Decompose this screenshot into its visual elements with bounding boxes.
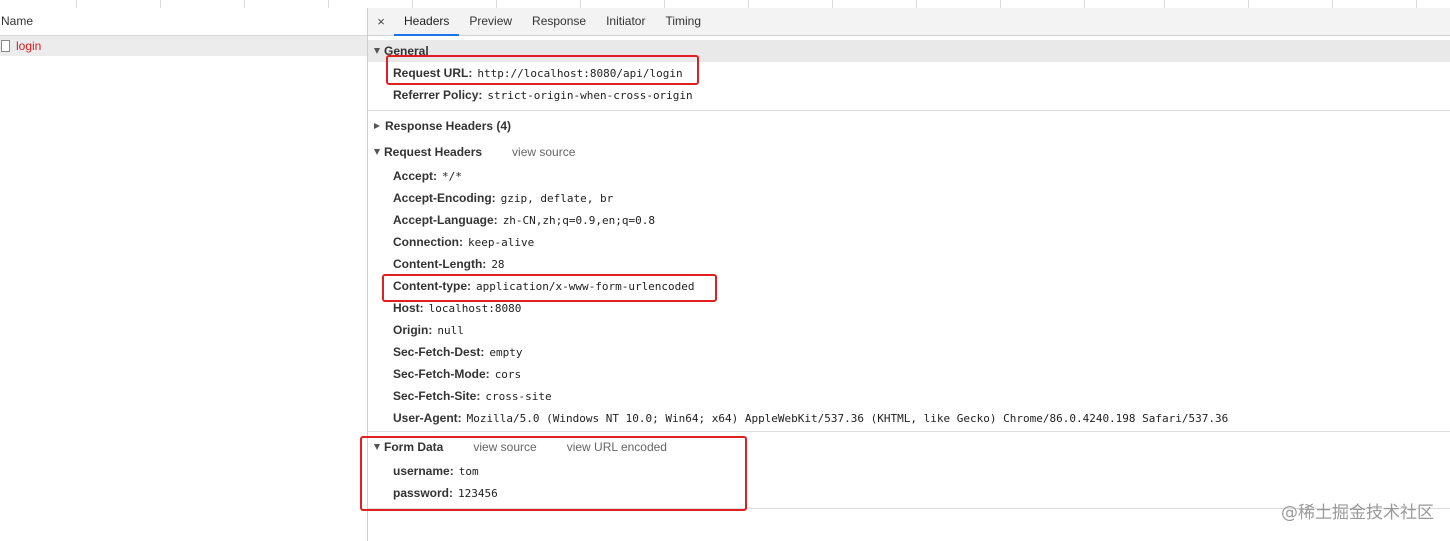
header-row-sec-fetch-dest: Sec-Fetch-Dest: empty <box>393 345 523 359</box>
header-row-accept-language: Accept-Language: zh-CN,zh;q=0.9,en;q=0.8 <box>393 213 656 227</box>
highlight-box-request-url <box>386 55 699 85</box>
response-headers-section-header[interactable]: Response Headers (4) <box>368 115 1450 137</box>
header-row-sec-fetch-site: Sec-Fetch-Site: cross-site <box>393 389 552 403</box>
name-column-header[interactable]: Name <box>0 8 367 36</box>
header-row-connection: Connection: keep-alive <box>393 235 535 249</box>
devtools-network-panel: Name login × Headers Preview Response In… <box>0 0 1450 541</box>
request-headers-title: Request Headers <box>384 145 483 159</box>
request-headers-section-header[interactable]: Request Headers view source <box>368 141 1450 163</box>
request-list-pane: Name login <box>0 8 368 541</box>
name-column-label: Name <box>1 14 34 28</box>
tab-preview[interactable]: Preview <box>459 8 522 35</box>
highlight-box-content-type <box>382 274 717 302</box>
details-tabbar: × Headers Preview Response Initiator Tim… <box>368 8 1450 36</box>
highlight-box-form-data <box>360 436 747 511</box>
tab-response[interactable]: Response <box>522 8 596 35</box>
header-row-accept: Accept: */* <box>393 169 462 183</box>
tab-timing[interactable]: Timing <box>655 8 711 35</box>
request-name: login <box>16 39 42 53</box>
section-divider <box>368 110 1450 111</box>
response-headers-title: Response Headers (4) <box>385 119 512 133</box>
expand-triangle-icon <box>374 48 380 54</box>
header-row-sec-fetch-mode: Sec-Fetch-Mode: cors <box>393 367 522 381</box>
watermark-text: @稀土掘金技术社区 <box>1281 503 1434 523</box>
tab-headers[interactable]: Headers <box>394 8 460 36</box>
general-row-referrer-policy: Referrer Policy: strict-origin-when-cross… <box>393 88 693 102</box>
request-row-login[interactable]: login <box>0 36 367 56</box>
header-row-origin: Origin: null <box>393 323 464 337</box>
header-row-accept-encoding: Accept-Encoding: gzip, deflate, br <box>393 191 614 205</box>
section-divider <box>368 431 1450 432</box>
close-icon[interactable]: × <box>368 8 394 35</box>
tab-initiator[interactable]: Initiator <box>596 8 655 35</box>
document-icon <box>1 40 10 52</box>
header-row-user-agent: User-Agent: Mozilla/5.0 (Windows NT 10.0;… <box>393 411 1229 425</box>
expand-triangle-icon <box>374 149 380 155</box>
request-headers-view-source-link[interactable]: view source <box>512 141 575 163</box>
header-row-content-length: Content-Length: 28 <box>393 257 505 271</box>
collapse-triangle-icon <box>374 123 380 129</box>
